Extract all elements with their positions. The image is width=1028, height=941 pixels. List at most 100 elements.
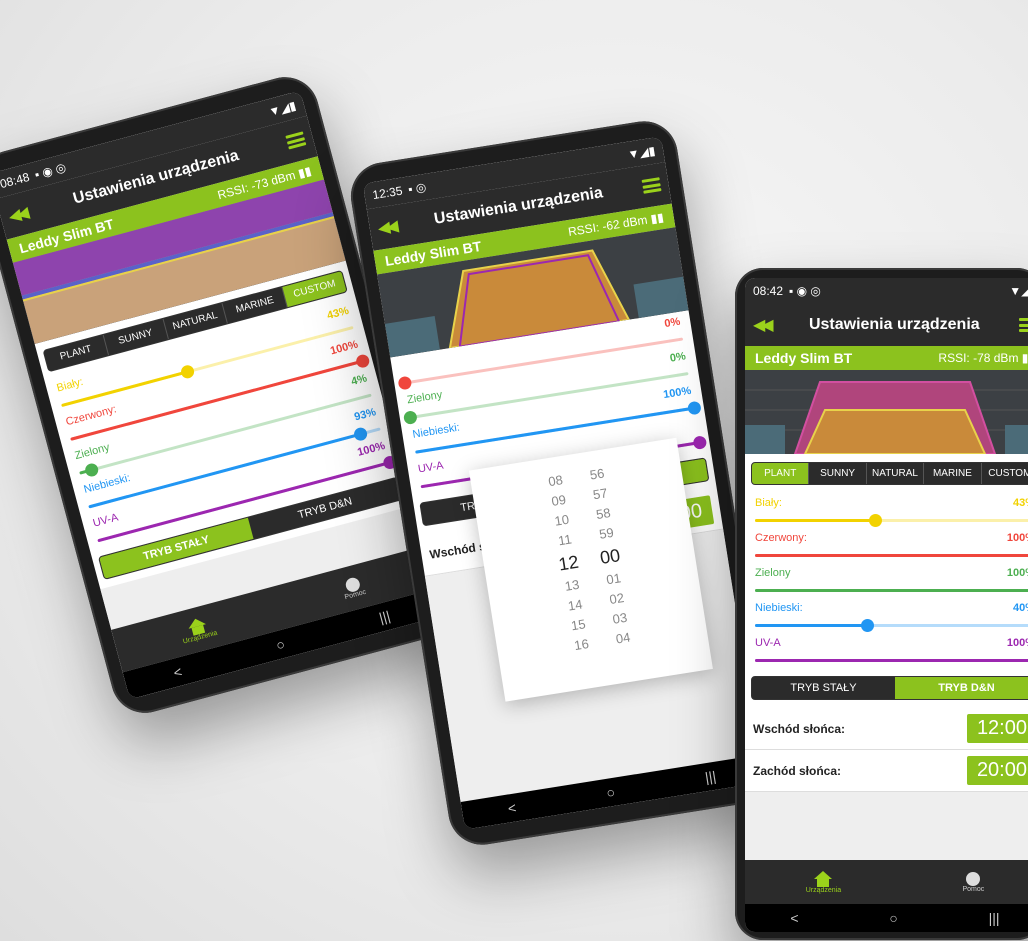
preset-custom[interactable]: CUSTOM [982, 463, 1028, 484]
hour-option[interactable]: 13 [563, 575, 581, 597]
preset-plant[interactable]: PLANT [43, 334, 109, 372]
signal-battery-icon: ▼◢▮ [1009, 284, 1028, 298]
system-home-icon[interactable]: ○ [889, 910, 897, 926]
slider-knob[interactable] [686, 400, 702, 416]
channel-value: 40% [1012, 602, 1028, 614]
status-time: 12:35 [371, 183, 404, 203]
nav-devices-label: Urządzenia [805, 886, 842, 894]
minute-option[interactable]: 00 [598, 542, 622, 571]
system-recent-icon[interactable]: ||| [377, 608, 392, 626]
slider-knob[interactable] [692, 435, 708, 451]
hour-option[interactable]: 14 [567, 595, 584, 617]
hour-option[interactable]: 10 [553, 510, 570, 532]
app-bar: ◀◀ Ustawienia urządzenia [745, 304, 1028, 346]
sunrise-row: Wschód słońca: 12:00 [745, 708, 1028, 750]
slider-track[interactable] [755, 659, 1028, 662]
channel-value: 100% [329, 338, 360, 358]
status-time: 08:42 [753, 284, 784, 298]
minute-option[interactable]: 02 [608, 588, 625, 610]
minute-option[interactable]: 04 [614, 628, 632, 650]
slider-track[interactable] [755, 514, 1028, 527]
menu-icon[interactable] [285, 131, 307, 150]
channel-name: Czerwony: [755, 532, 807, 544]
minute-option[interactable]: 58 [595, 503, 612, 525]
preset-natural[interactable]: NATURAL [867, 463, 925, 484]
sunset-label: Zachód słońca: [753, 763, 842, 778]
nav-help-label: Pomoc [962, 885, 985, 893]
menu-icon[interactable] [641, 177, 662, 194]
nav-devices[interactable]: Urządzenia [178, 614, 218, 645]
channel-value: 100% [1006, 532, 1028, 544]
system-back-icon[interactable]: < [507, 799, 518, 816]
slider-track[interactable] [755, 619, 1028, 632]
rssi-readout: RSSI: -78 dBm ▮▮ [938, 351, 1028, 365]
mode-fixed-button[interactable]: TRYB STAŁY [752, 677, 895, 699]
time-picker[interactable]: 08 09 10 11 12 13 14 15 16 56 57 58 59 00 01 02 03 04 [468, 437, 713, 702]
channel-value: 100% [356, 439, 387, 459]
notification-icons: ▪ ◉ ◎ [789, 284, 821, 298]
slider-track[interactable] [755, 554, 1028, 557]
back-icon[interactable]: ◀◀ [753, 315, 774, 335]
home-icon [814, 870, 833, 887]
slider-knob[interactable] [402, 410, 418, 426]
menu-icon[interactable] [1018, 318, 1028, 332]
channel-name: Zielony [73, 441, 111, 463]
bottom-nav: Urządzenia Pomoc [745, 860, 1028, 904]
preset-marine[interactable]: MARINE [222, 286, 288, 324]
preset-plant[interactable]: PLANT [752, 463, 810, 484]
nav-help[interactable]: Pomoc [340, 575, 367, 601]
minute-option[interactable]: 56 [588, 464, 606, 486]
hour-option[interactable]: 16 [573, 634, 590, 656]
hour-option[interactable]: 09 [550, 490, 567, 512]
slider-knob[interactable] [869, 514, 883, 527]
signal-battery-icon: ▼◢▮ [267, 98, 298, 120]
channel-name: Zielony [406, 388, 444, 407]
system-home-icon[interactable]: ○ [605, 784, 616, 801]
hour-option[interactable]: 11 [557, 529, 573, 551]
nav-help[interactable]: Pomoc [962, 871, 985, 893]
hour-option[interactable]: 15 [570, 614, 587, 636]
system-recent-icon[interactable]: ||| [704, 768, 717, 786]
system-recent-icon[interactable]: ||| [989, 910, 1000, 926]
channel-slider: Czerwony: 100% [745, 528, 1028, 563]
mode-dn-button[interactable]: TRYB D&N [895, 677, 1028, 699]
sunrise-time-button[interactable]: 12:00 [966, 714, 1028, 743]
back-icon[interactable]: ◀◀ [6, 203, 27, 227]
system-home-icon[interactable]: ○ [274, 636, 286, 654]
hour-option[interactable]: 08 [547, 470, 564, 492]
system-nav: < ○ ||| [745, 904, 1028, 932]
channel-name: UV-A [755, 637, 781, 649]
hour-wheel[interactable]: 08 09 10 11 12 13 14 15 16 [544, 470, 598, 690]
preset-custom[interactable]: CUSTOM [282, 271, 347, 308]
channel-value: 100% [662, 384, 693, 402]
minute-option[interactable]: 59 [598, 523, 615, 545]
sunrise-label: Wschód słońca: [753, 721, 846, 736]
slider-knob[interactable] [397, 375, 413, 391]
minute-wheel[interactable]: 56 57 58 59 00 01 02 03 04 [586, 463, 640, 683]
sunset-row: Zachód słońca: 20:00 [745, 750, 1028, 792]
system-back-icon[interactable]: < [172, 663, 184, 681]
slider-knob[interactable] [861, 619, 874, 632]
minute-option[interactable]: 03 [611, 608, 629, 630]
channel-name: Biały: [55, 375, 85, 395]
preset-natural[interactable]: NATURAL [163, 302, 229, 340]
signal-icon: ▮▮ [1021, 351, 1028, 365]
channel-value: 0% [663, 315, 682, 331]
slider-track[interactable] [755, 589, 1028, 592]
slider-fill [755, 519, 876, 522]
phone-right-screen: 08:42▪ ◉ ◎ ▼◢▮ ◀◀ Ustawienia urządzenia … [745, 278, 1028, 932]
preset-sunny[interactable]: SUNNY [103, 318, 169, 356]
device-name: Leddy Slim BT [755, 350, 853, 366]
sunset-time-button[interactable]: 20:00 [966, 756, 1028, 785]
preset-sunny[interactable]: SUNNY [809, 463, 867, 484]
nav-devices[interactable]: Urządzenia [805, 870, 842, 894]
channel-sliders: Biały: 43% Czerwony: 100% Zielony 100% Niebies… [745, 493, 1028, 668]
hour-option[interactable]: 12 [557, 549, 581, 578]
minute-option[interactable]: 57 [592, 483, 609, 505]
preset-marine[interactable]: MARINE [924, 463, 982, 484]
system-back-icon[interactable]: < [790, 910, 798, 926]
minute-option[interactable]: 01 [605, 568, 622, 590]
channel-name: Zielony [755, 567, 791, 579]
slider-fill [755, 554, 1028, 557]
back-icon[interactable]: ◀◀ [376, 216, 396, 238]
